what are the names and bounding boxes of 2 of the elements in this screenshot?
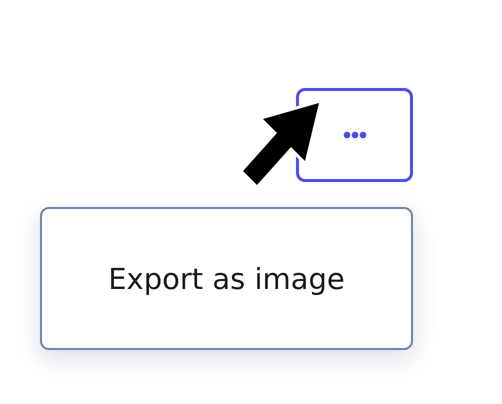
menu-item[interactable]: Export as image [42,209,411,348]
more-icon [342,131,366,139]
